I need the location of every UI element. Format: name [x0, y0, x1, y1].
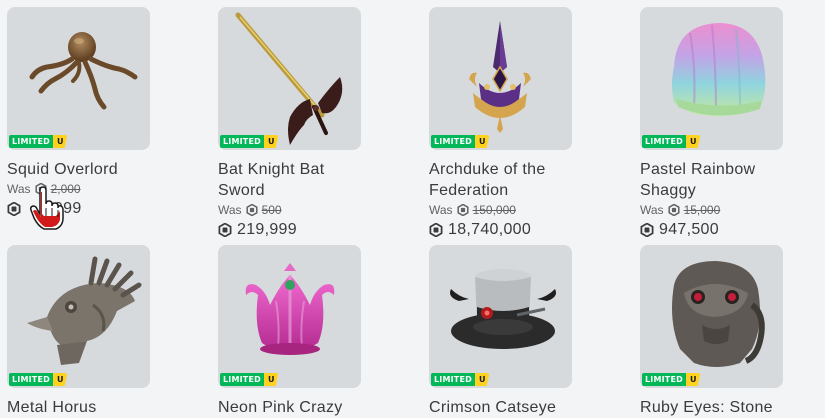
- limited-badge-text: LIMITED: [220, 373, 264, 386]
- item-thumbnail[interactable]: LIMITED U: [7, 245, 150, 388]
- item-thumbnail[interactable]: LIMITED U: [429, 7, 572, 150]
- limited-u-badge: LIMITED U: [220, 135, 279, 148]
- limited-badge-text: LIMITED: [9, 135, 53, 148]
- was-label: Was: [640, 203, 664, 217]
- robux-icon: [246, 204, 258, 216]
- limited-u-badge: LIMITED U: [642, 135, 701, 148]
- price-row: 219,999: [218, 221, 363, 239]
- limited-badge-text: LIMITED: [642, 373, 686, 386]
- price-row: 18,740,000: [429, 221, 574, 239]
- limited-u-badge: LIMITED U: [431, 373, 490, 386]
- catalog-item-card[interactable]: LIMITED U Archduke of the Federation Was…: [429, 7, 574, 239]
- item-thumbnail[interactable]: LIMITED U: [218, 245, 361, 388]
- unique-badge-text: U: [474, 373, 490, 386]
- item-name[interactable]: Neon Pink Crazy: [218, 397, 363, 418]
- crown-image: [469, 21, 531, 133]
- unique-badge-text: U: [263, 373, 279, 386]
- catalog-item-card[interactable]: LIMITED U Neon Pink Crazy: [218, 245, 363, 418]
- catalog-grid: LIMITED U Squid Overlord Was 2,000 8,999: [0, 0, 825, 416]
- item-thumbnail[interactable]: LIMITED U: [640, 7, 783, 150]
- catalog-item-card[interactable]: LIMITED U Bat Knight Bat Sword Was 500 2…: [218, 7, 363, 239]
- robux-icon: [218, 223, 232, 237]
- price: 219,999: [237, 221, 297, 238]
- limited-u-badge: LIMITED U: [431, 135, 490, 148]
- item-name[interactable]: Crimson Catseye: [429, 397, 574, 418]
- was-price: 500: [261, 203, 282, 217]
- limited-badge-text: LIMITED: [9, 373, 53, 386]
- unique-badge-text: U: [52, 135, 68, 148]
- price: 18,740,000: [448, 221, 532, 238]
- limited-badge-text: LIMITED: [431, 135, 475, 148]
- item-name[interactable]: Squid Overlord: [7, 159, 152, 180]
- catalog-item-card[interactable]: LIMITED U Pastel Rainbow Shaggy Was 15,0…: [640, 7, 785, 239]
- rainbow-hair-image: [672, 23, 766, 116]
- was-price: 15,000: [683, 203, 721, 217]
- price-row: 947,500: [640, 221, 785, 239]
- neon-pink-crown-image: [245, 263, 335, 355]
- item-name[interactable]: Metal Horus: [7, 397, 152, 418]
- robux-icon: [668, 204, 680, 216]
- was-label: Was: [429, 203, 453, 217]
- was-price-row: Was 2,000: [7, 182, 152, 196]
- was-price-row: Was 15,000: [640, 203, 785, 217]
- limited-badge-text: LIMITED: [642, 135, 686, 148]
- limited-badge-text: LIMITED: [431, 373, 475, 386]
- price: 947,500: [659, 221, 719, 238]
- item-thumbnail[interactable]: LIMITED U: [218, 7, 361, 150]
- was-price-row: Was 150,000: [429, 203, 574, 217]
- item-name[interactable]: Archduke of the Federation: [429, 159, 574, 201]
- was-label: Was: [7, 182, 31, 196]
- price-row: 8,999: [7, 200, 152, 218]
- unique-badge-text: U: [52, 373, 68, 386]
- top-hat-image: [450, 269, 556, 349]
- was-label: Was: [218, 203, 242, 217]
- item-name[interactable]: Ruby Eyes: Stone: [640, 397, 785, 418]
- was-price: 150,000: [472, 203, 516, 217]
- catalog-item-card[interactable]: LIMITED U Crimson Catseye: [429, 245, 574, 418]
- catalog-item-card[interactable]: LIMITED U Squid Overlord Was 2,000 8,999: [7, 7, 152, 218]
- item-thumbnail[interactable]: LIMITED U: [429, 245, 572, 388]
- unique-badge-text: U: [685, 373, 701, 386]
- limited-u-badge: LIMITED U: [9, 373, 68, 386]
- unique-badge-text: U: [474, 135, 490, 148]
- squid-hat-image: [29, 32, 138, 110]
- catalog-item-card[interactable]: LIMITED U Ruby Eyes: Stone: [640, 245, 785, 418]
- robux-icon: [7, 202, 21, 216]
- item-name[interactable]: Bat Knight Bat Sword: [218, 159, 363, 201]
- catalog-item-card[interactable]: LIMITED U Metal Horus: [7, 245, 152, 418]
- unique-badge-text: U: [685, 135, 701, 148]
- unique-badge-text: U: [263, 135, 279, 148]
- limited-badge-text: LIMITED: [220, 135, 264, 148]
- robux-icon: [457, 204, 469, 216]
- was-price-row: Was 500: [218, 203, 363, 217]
- bat-sword-image: [235, 12, 343, 145]
- item-name[interactable]: Pastel Rainbow Shaggy: [640, 159, 785, 201]
- limited-u-badge: LIMITED U: [220, 373, 279, 386]
- metal-horus-image: [27, 256, 142, 365]
- ruby-eyes-image: [672, 261, 765, 367]
- robux-icon: [429, 223, 443, 237]
- item-thumbnail[interactable]: LIMITED U: [7, 7, 150, 150]
- robux-icon: [640, 223, 654, 237]
- hand-pointer-cursor: [30, 186, 64, 230]
- item-thumbnail[interactable]: LIMITED U: [640, 245, 783, 388]
- limited-u-badge: LIMITED U: [642, 373, 701, 386]
- limited-u-badge: LIMITED U: [9, 135, 68, 148]
